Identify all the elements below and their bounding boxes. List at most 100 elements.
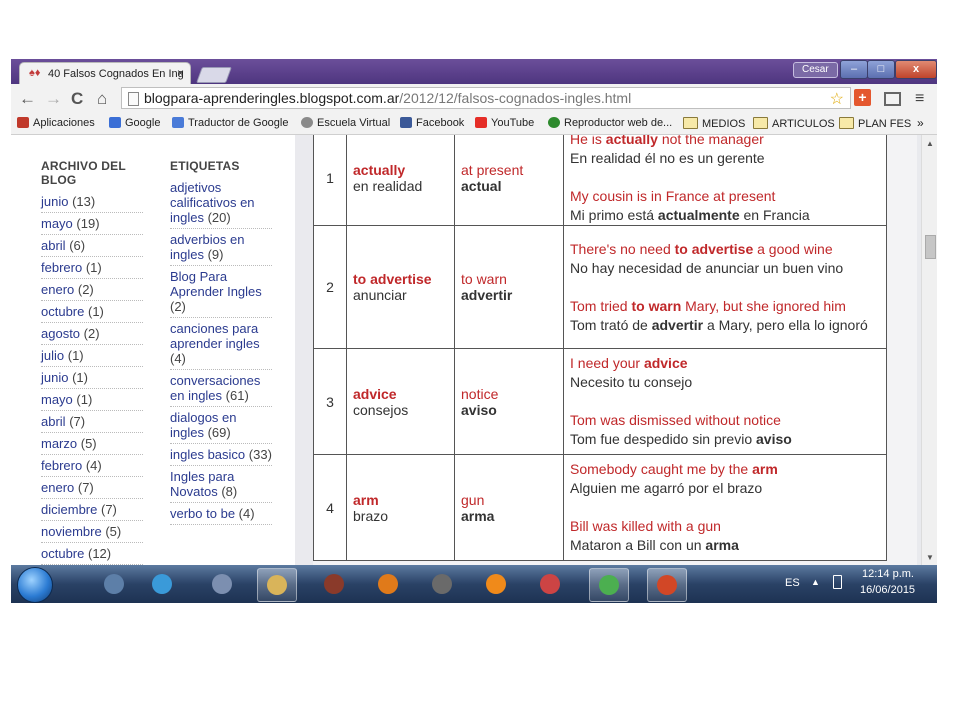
bookmark-articulos[interactable]: ARTICULOS [753,117,835,130]
taskbar-film-button[interactable] [423,568,461,600]
archive-item[interactable]: mayo (1) [41,389,143,411]
archive-item[interactable]: julio (1) [41,345,143,367]
archive-item-link[interactable]: enero [41,282,74,297]
archive-item-link[interactable]: junio [41,370,68,385]
archive-item[interactable]: enero (2) [41,279,143,301]
archive-item-link[interactable]: febrero [41,260,82,275]
extension-plus-icon[interactable]: + [854,89,871,106]
taskbar-explorer-button[interactable] [257,568,297,602]
examples-cell: He is actually not the manager En realida… [563,135,887,226]
reload-button[interactable]: C [71,89,83,109]
label-item-link[interactable]: verbo to be [170,506,235,521]
archive-item[interactable]: junio (13) [41,191,143,213]
bookmark-reproductor[interactable]: Reproductor web de... [548,117,672,129]
page-scrollbar[interactable]: ▲ ▼ [921,135,937,565]
taskbar-powerpoint-button[interactable] [647,568,687,602]
archive-item-link[interactable]: marzo [41,436,77,451]
archive-item[interactable]: noviembre (5) [41,521,143,543]
label-item[interactable]: ingles basico (33) [170,444,272,466]
archive-item-link[interactable]: noviembre [41,524,102,539]
archive-item-link[interactable]: octubre [41,304,84,319]
archive-item[interactable]: febrero (1) [41,257,143,279]
label-item[interactable]: dialogos en ingles (69) [170,407,272,444]
label-item[interactable]: adjetivos calificativos en ingles (20) [170,177,272,229]
chrome-menu-icon[interactable]: ≡ [915,90,924,108]
label-item[interactable]: Ingles para Novatos (8) [170,466,272,503]
tab-active[interactable]: ♠♦ 40 Falsos Cognados En Ing × [19,62,191,84]
taskbar-tools-button[interactable] [203,568,241,600]
scrollbar-thumb[interactable] [925,235,936,259]
taskbar-audio-button[interactable] [315,568,353,600]
tab-close-icon[interactable]: × [177,66,184,80]
bookmark-escuela-virtual[interactable]: Escuela Virtual [301,117,390,129]
archive-item[interactable]: mayo (19) [41,213,143,235]
tray-arrow-icon[interactable]: ▲ [811,577,820,587]
taskbar-media-player-button[interactable] [369,568,407,600]
taskbar-ie-button[interactable] [143,568,181,600]
label-item-link[interactable]: Blog Para Aprender Ingles [170,269,262,299]
archive-item-link[interactable]: enero [41,480,74,495]
label-item-link[interactable]: canciones para aprender ingles [170,321,260,351]
highlight-word: to warn [631,297,682,314]
archive-item-link[interactable]: agosto [41,326,80,341]
archive-item-link[interactable]: julio [41,348,64,363]
archive-item[interactable]: diciembre (7) [41,499,143,521]
bookmark-aplicaciones[interactable]: Aplicaciones [17,117,95,129]
more-bookmarks-icon[interactable]: » [917,116,924,130]
bookmark-medios[interactable]: MEDIOS [683,117,745,130]
archive-item[interactable]: octubre (1) [41,301,143,323]
false-friend-word: actual [461,177,502,194]
false-friend-cell: notice aviso [454,348,564,455]
taskbar-network-button[interactable] [531,568,569,600]
archive-item[interactable]: marzo (5) [41,433,143,455]
archive-item-link[interactable]: junio [41,194,68,209]
back-button[interactable]: ← [19,89,36,109]
taskbar-chrome-button[interactable] [589,568,629,602]
archive-item[interactable]: junio (1) [41,367,143,389]
archive-item[interactable]: enero (7) [41,477,143,499]
taskbar-vlc-button[interactable] [477,568,515,600]
bookmark-plan-fes[interactable]: PLAN FES [839,117,911,130]
label-item[interactable]: Blog Para Aprender Ingles (2) [170,266,272,318]
language-indicator[interactable]: ES [785,577,800,589]
bookmark-youtube[interactable]: YouTube [475,117,534,129]
archive-item-link[interactable]: octubre [41,546,84,561]
archive-item-link[interactable]: abril [41,414,66,429]
forward-button[interactable]: → [45,89,62,109]
taskbar-webcam-button[interactable] [95,568,133,600]
bookmark-traductor[interactable]: Traductor de Google [172,117,288,129]
false-friend-word: arma [461,507,495,524]
archive-item[interactable]: abril (7) [41,411,143,433]
bookmark-google[interactable]: Google [109,117,160,129]
start-button[interactable] [17,567,53,603]
new-tab-button[interactable] [196,67,232,83]
battery-icon[interactable] [833,575,842,589]
address-bar[interactable]: blogpara-aprenderingles.blogspot.com.ar/… [121,87,851,109]
scroll-down-icon[interactable]: ▼ [926,553,934,562]
maximize-button[interactable]: □ [867,60,895,79]
archive-item[interactable]: octubre (12) [41,543,143,565]
archive-item-link[interactable]: diciembre [41,502,97,517]
label-item[interactable]: adverbios en ingles (9) [170,229,272,266]
minimize-button[interactable]: – [840,60,868,79]
clock-time[interactable]: 12:14 p.m. [862,568,914,580]
label-item[interactable]: verbo to be (4) [170,503,272,525]
clock-date[interactable]: 16/06/2015 [860,584,915,596]
cast-icon[interactable] [884,92,901,106]
profile-button[interactable]: Cesar [793,62,838,78]
archive-item[interactable]: febrero (4) [41,455,143,477]
archive-item-link[interactable]: abril [41,238,66,253]
archive-item[interactable]: agosto (2) [41,323,143,345]
archive-item-link[interactable]: mayo [41,216,73,231]
archive-item-link[interactable]: febrero [41,458,82,473]
label-item[interactable]: conversaciones en ingles (61) [170,370,272,407]
label-item[interactable]: canciones para aprender ingles (4) [170,318,272,370]
scroll-up-icon[interactable]: ▲ [926,139,934,148]
bookmark-star-icon[interactable]: ☆ [830,89,844,109]
bookmark-facebook[interactable]: Facebook [400,117,464,129]
close-window-button[interactable]: x [895,60,937,79]
archive-item[interactable]: abril (6) [41,235,143,257]
home-button[interactable]: ⌂ [97,89,107,109]
label-item-link[interactable]: ingles basico [170,447,245,462]
archive-item-link[interactable]: mayo [41,392,73,407]
